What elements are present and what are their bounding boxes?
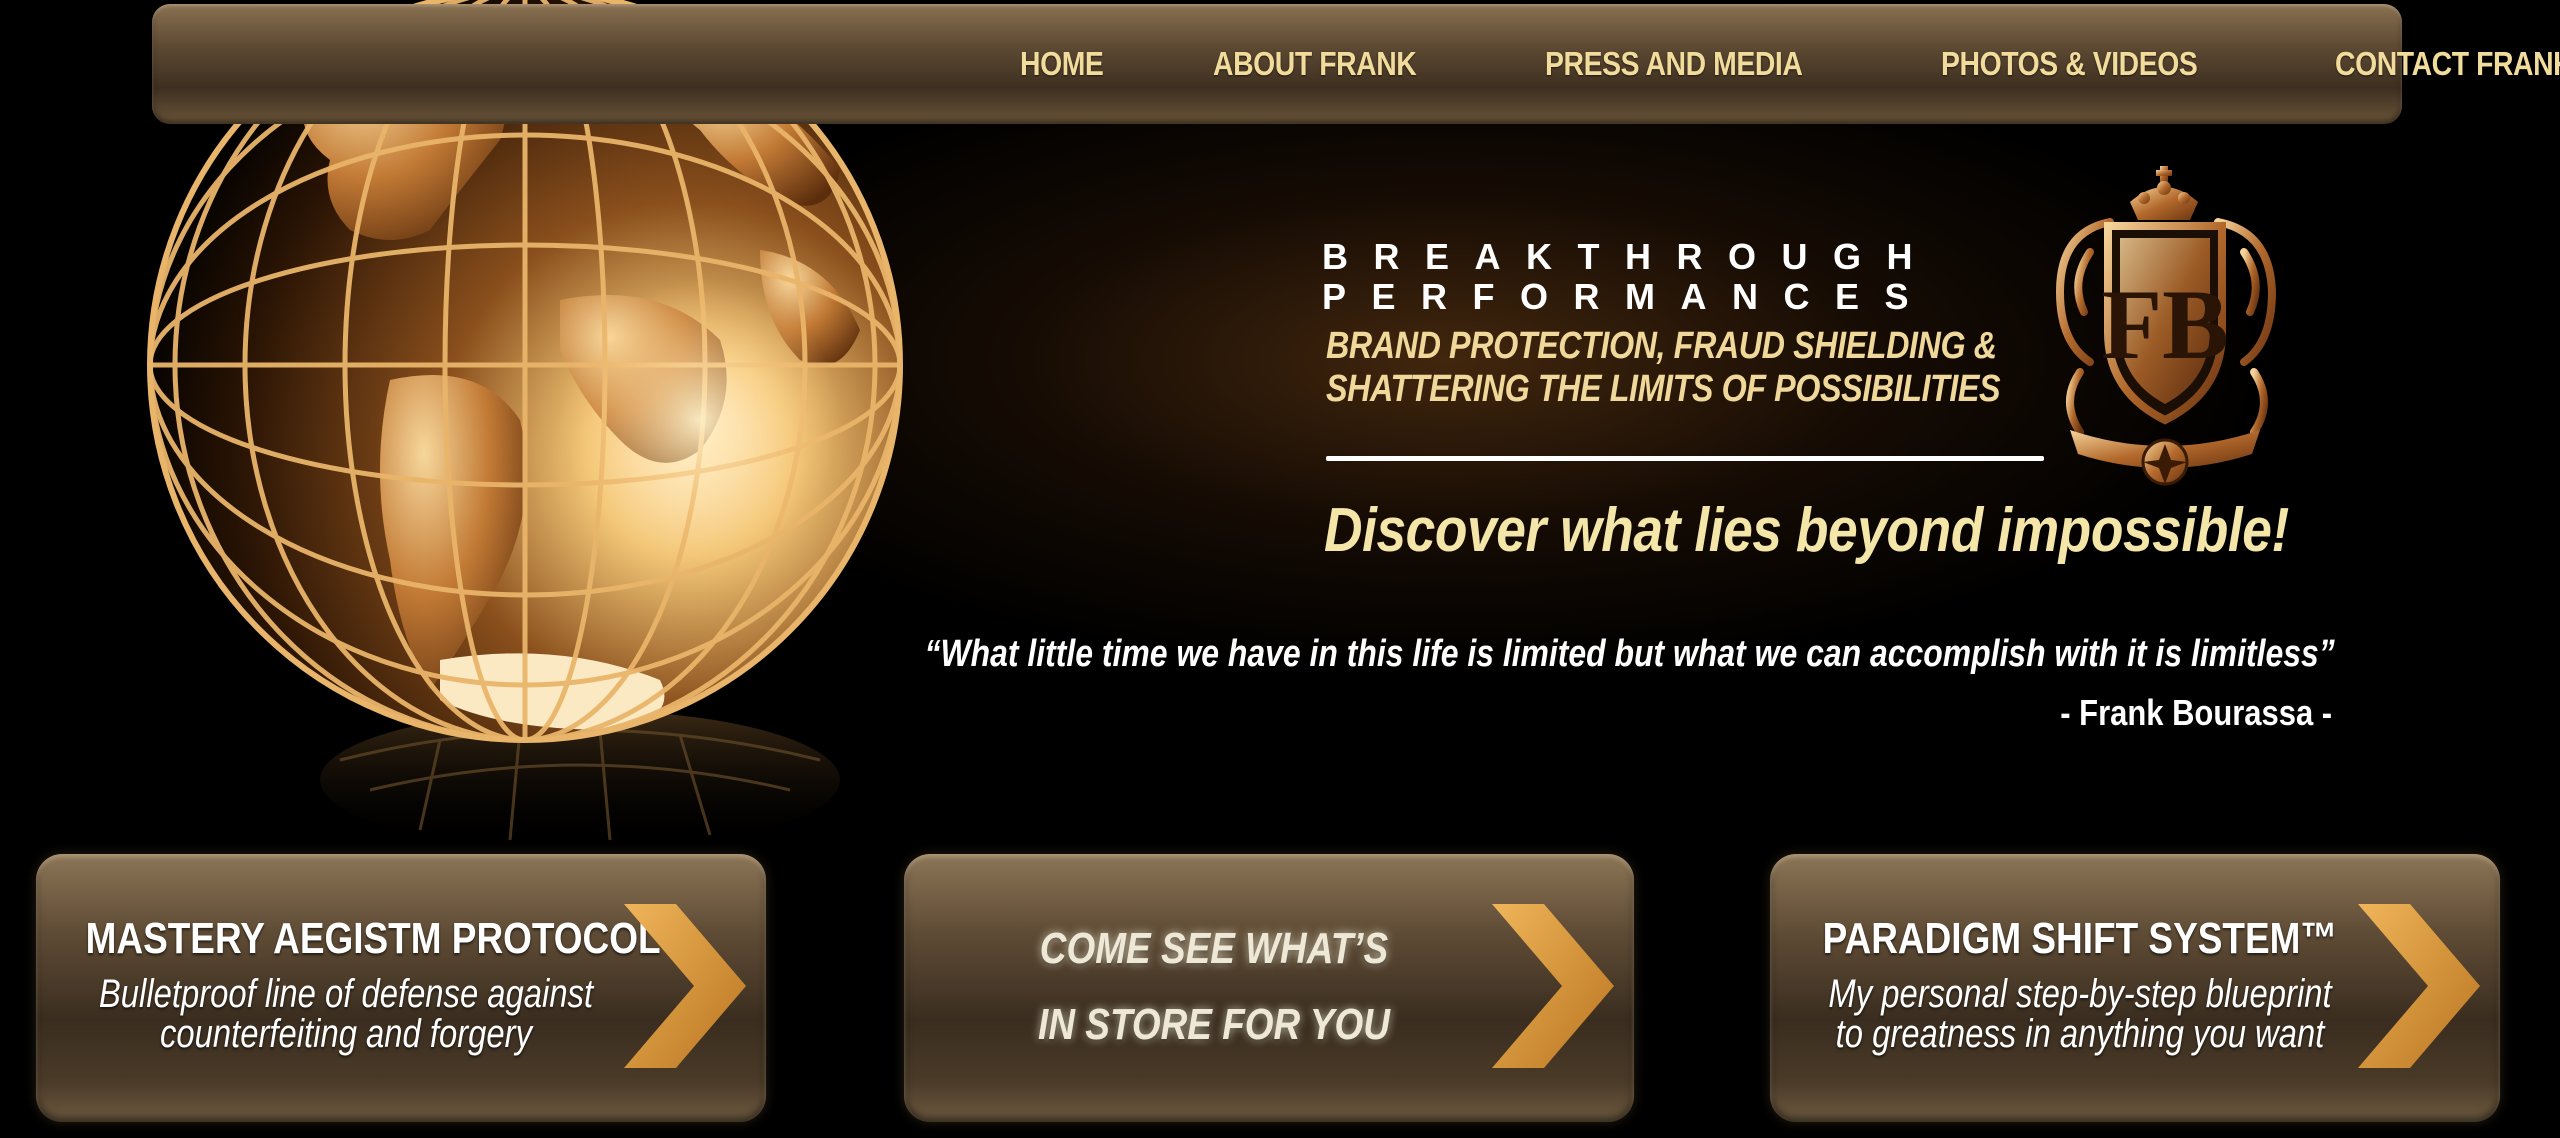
chevron-right-icon	[624, 904, 746, 1068]
cta-subtitle-line-2: counterfeiting and forgery	[160, 1012, 532, 1056]
store-button[interactable]: COME SEE WHAT’S IN STORE FOR YOU	[904, 854, 1634, 1122]
cta-title: PARADIGM SHIFT SYSTEM™	[1822, 914, 2338, 963]
brand-tagline-line-2: SHATTERING THE LIMITS OF POSSIBILITIES	[1326, 368, 2001, 410]
nav-contact-frank[interactable]: CONTACT FRANK	[2335, 45, 2560, 83]
cta-store-line-2: IN STORE FOR YOU	[1038, 1000, 1390, 1049]
chevron-right-icon	[2358, 904, 2480, 1068]
nav-about-frank[interactable]: ABOUT FRANK	[1213, 45, 1417, 83]
quote-text: “What little time we have in this life i…	[924, 633, 2335, 675]
nav-photos-videos[interactable]: PHOTOS & VIDEOS	[1941, 45, 2198, 83]
globe-logo	[140, 0, 920, 860]
paradigm-shift-system-button[interactable]: PARADIGM SHIFT SYSTEM™ My personal step-…	[1770, 854, 2500, 1122]
cta-subtitle-line-1: My personal step-by-step blueprint	[1828, 972, 2332, 1016]
slogan: Discover what lies beyond impossible!	[1324, 496, 2289, 565]
cta-subtitle-line-2: to greatness in anything you want	[1835, 1012, 2325, 1056]
cta-store-line-1: COME SEE WHAT’S	[1039, 924, 1389, 973]
divider	[1326, 456, 2044, 461]
crest-monogram: FB	[2101, 269, 2229, 380]
fb-crest-logo: FB	[2040, 162, 2340, 502]
nav-home[interactable]: HOME	[1020, 45, 1104, 83]
page: HOME ABOUT FRANK PRESS AND MEDIA PHOTOS …	[0, 0, 2560, 1138]
nav-menu: HOME ABOUT FRANK PRESS AND MEDIA PHOTOS …	[1020, 4, 2560, 124]
brand-tagline-line-1: BRAND PROTECTION, FRAUD SHIELDING &	[1326, 325, 1997, 367]
mastery-aegis-protocol-button[interactable]: MASTERY AEGIStm PROTOCOL Bulletproof lin…	[36, 854, 766, 1122]
chevron-right-icon	[1492, 904, 1614, 1068]
brand-title-line-1: BREAKTHROUGH	[1322, 236, 1938, 277]
nav-press-and-media[interactable]: PRESS AND MEDIA	[1545, 45, 1803, 83]
cta-subtitle-line-1: Bulletproof line of defense against	[98, 972, 594, 1016]
cta-title: MASTERY AEGIStm PROTOCOL	[85, 914, 661, 963]
brand-title-line-2: PERFORMANCES	[1322, 276, 1935, 317]
quote-author: - Frank Bourassa -	[2060, 692, 2332, 733]
top-nav-bar: HOME ABOUT FRANK PRESS AND MEDIA PHOTOS …	[152, 4, 2560, 124]
